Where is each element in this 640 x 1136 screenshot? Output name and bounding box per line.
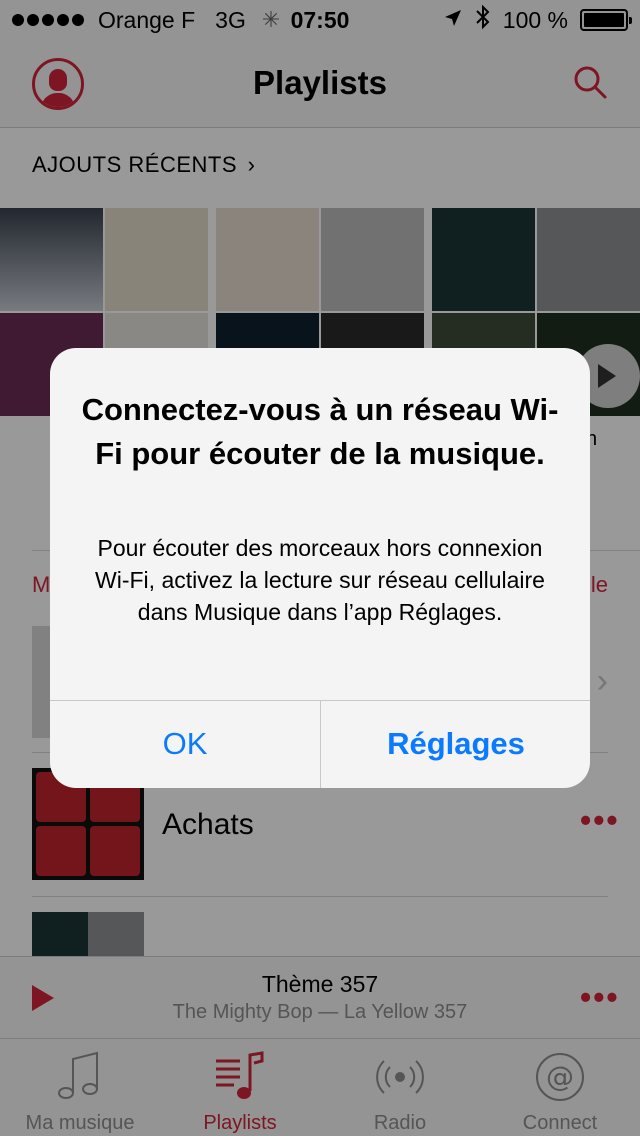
alert-title: Connectez-vous à un réseau Wi-Fi pour éc… [81,392,559,471]
alert-message: Pour écouter des morceaux hors connexion… [95,535,545,625]
ok-button[interactable]: OK [50,700,320,788]
music-app: Orange F 3G ✳ 07:50 100 % Playlists AJOU… [0,0,640,1136]
settings-button[interactable]: Réglages [321,700,590,788]
wifi-alert-dialog: Connectez-vous à un réseau Wi-Fi pour éc… [50,348,590,788]
